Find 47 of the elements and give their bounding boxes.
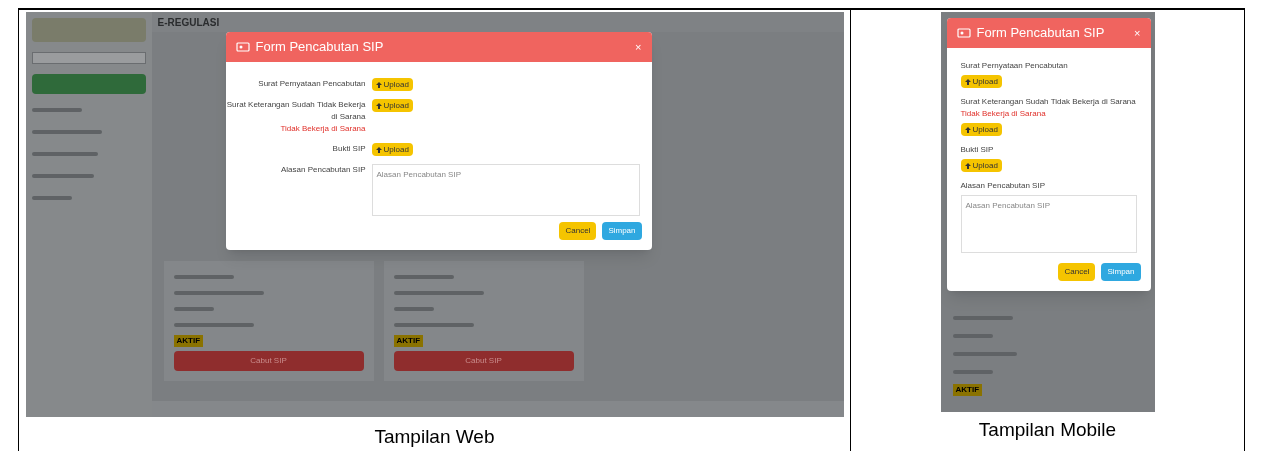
reason-field[interactable]: Alasan Pencabutan SIP <box>960 195 1137 253</box>
upload-icon <box>375 102 382 109</box>
field-note: Tidak Bekerja di Sarana <box>280 123 366 135</box>
modal-title: Form Pencabutan SIP <box>976 24 1106 43</box>
upload-icon <box>375 81 382 88</box>
field-label: Surat Pernyataan Pencabutan <box>960 60 1069 72</box>
field-label: Bukti SIP <box>332 143 366 155</box>
blurred-text-line <box>31 152 98 156</box>
search-field[interactable] <box>31 52 146 64</box>
sidebar-item[interactable] <box>31 74 146 94</box>
field-label: Surat Pernyataan Pencabutan <box>258 78 366 90</box>
upload-button[interactable]: Upload <box>371 78 413 91</box>
upload-button[interactable]: Upload <box>371 143 413 156</box>
cancel-button[interactable]: Cancel <box>1058 263 1096 281</box>
status-badge: AKTIF <box>393 334 424 347</box>
field-label: Surat Keterangan Sudah Tidak Bekerja di Sarana <box>960 96 1137 108</box>
blurred-text-line <box>173 306 214 311</box>
blurred-text-line <box>31 196 72 200</box>
upload-button[interactable]: Upload <box>371 99 413 112</box>
blurred-text-line <box>173 274 234 279</box>
upload-icon <box>964 78 971 85</box>
id-card-icon <box>235 42 250 52</box>
field-label: Alasan Pencabutan SIP <box>281 164 366 176</box>
status-badge: AKTIF <box>173 334 204 347</box>
status-badge: AKTIF <box>952 384 983 396</box>
upload-button[interactable]: Upload <box>960 123 1002 136</box>
reason-field[interactable]: Alasan Pencabutan SIP <box>371 164 640 216</box>
field-label: Bukti SIP <box>960 144 995 156</box>
app-title: E-REGULASI <box>157 15 220 30</box>
modal-title: Form Pencabutan SIP <box>255 38 385 57</box>
blurred-text-line <box>31 174 94 178</box>
blurred-text-line <box>31 130 102 134</box>
upload-icon <box>375 146 382 153</box>
blurred-text-line <box>393 306 434 311</box>
cancel-button[interactable]: Cancel <box>559 222 597 240</box>
caption: Tampilan Web <box>374 424 495 449</box>
upload-icon <box>964 126 971 133</box>
blurred-text-line <box>31 108 82 112</box>
caption: Tampilan Mobile <box>978 418 1117 442</box>
upload-button[interactable]: Upload <box>960 159 1002 172</box>
id-card-icon <box>956 28 971 38</box>
field-label: Alasan Pencabutan SIP <box>960 180 1046 192</box>
field-note: Tidak Bekerja di Sarana <box>960 108 1047 120</box>
upload-button[interactable]: Upload <box>960 75 1002 88</box>
field-label: Surat Keterangan Sudah Tidak Bekerja di Sarana <box>225 99 366 123</box>
blurred-text-line <box>393 274 454 279</box>
upload-icon <box>964 162 971 169</box>
